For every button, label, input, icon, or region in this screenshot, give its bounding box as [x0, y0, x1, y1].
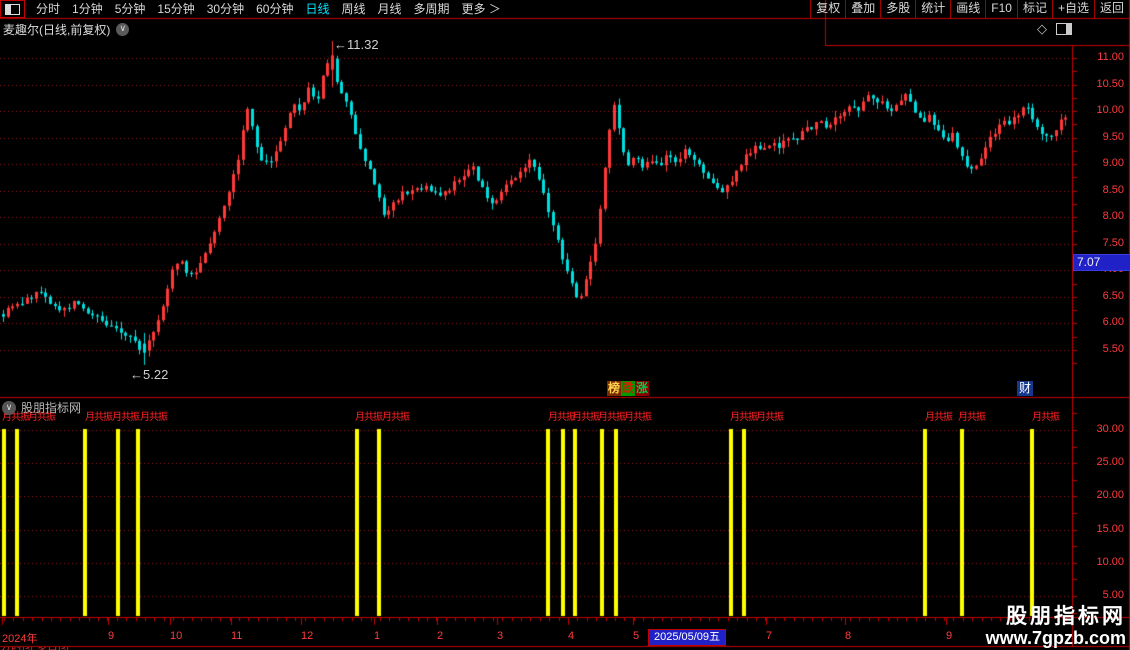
- period-tabs: 分时 1分钟 5分钟 15分钟 30分钟 60分钟 日线 周线 月线 多周期 更多 ＞: [30, 1, 507, 18]
- toolbar-button-5[interactable]: F10: [985, 0, 1017, 18]
- period-tab-9[interactable]: 多周期: [408, 1, 456, 18]
- signal-label: 月共振: [730, 412, 758, 423]
- toolbar-button-0[interactable]: 复权: [810, 0, 845, 18]
- date-label: 9: [946, 630, 953, 642]
- period-tab-2[interactable]: 5分钟: [109, 1, 152, 18]
- price-axis-label: 10.00: [1096, 104, 1124, 117]
- tdx-window: 分时 1分钟 5分钟 15分钟 30分钟 60分钟 日线 周线 月线 多周期 更多 ＞ 复权 叠加 多股…: [0, 0, 1130, 650]
- marker-tag-2[interactable]: 涨: [635, 381, 649, 396]
- diamond-icon[interactable]: ◇: [1037, 22, 1047, 35]
- date-label: 4: [568, 630, 575, 642]
- price-axis-label: 11.00: [1097, 51, 1124, 63]
- price-axis-label: 9.00: [1102, 157, 1124, 170]
- tag-group: 榜跌涨: [607, 381, 649, 396]
- price-axis-label: 10.50: [1096, 77, 1124, 90]
- window-split-icon: [5, 3, 20, 15]
- indicator-axis-label: 15.00: [1096, 522, 1124, 535]
- toolbar-button-7[interactable]: +自选: [1051, 0, 1094, 18]
- marker-tag-0[interactable]: 榜: [607, 381, 621, 396]
- signal-label: 月共振: [140, 412, 168, 423]
- signal-label: 月共振: [958, 412, 986, 423]
- date-label: 11: [231, 630, 243, 642]
- toolbar-button-6[interactable]: 标记: [1016, 0, 1052, 18]
- date-label: 2024年: [2, 633, 38, 645]
- toolbar-button-4[interactable]: 画线: [950, 0, 985, 18]
- price-axis-label: 6.50: [1102, 289, 1124, 302]
- indicator-axis-label: 10.00: [1096, 555, 1124, 568]
- chart-canvas[interactable]: [0, 0, 1130, 650]
- signal-label: 月共振: [1032, 412, 1060, 423]
- low-annotation: ←5.22: [130, 367, 169, 382]
- toolbar-buttons: 复权 叠加 多股 统计 画线 F10 标记 +自选 返回: [810, 0, 1129, 18]
- signal-label: 月共振: [382, 412, 410, 423]
- title-bar: 麦趣尔(日线,前复权) ∨: [3, 21, 130, 38]
- selected-date-box: 2025/05/09五: [648, 629, 726, 646]
- high-annotation: ←11.32: [334, 37, 379, 52]
- indicator-axis-label: 5.00: [1102, 589, 1124, 601]
- indicator-axis-label: 30.00: [1096, 423, 1124, 435]
- period-tab-4[interactable]: 30分钟: [201, 1, 250, 18]
- date-label: 3: [497, 630, 504, 642]
- date-label: 12: [301, 630, 314, 642]
- signal-label: 月共振: [85, 412, 113, 423]
- date-label: 5: [633, 630, 640, 642]
- period-tab-3[interactable]: 15分钟: [151, 1, 200, 18]
- last-price-box: 7.07: [1073, 254, 1130, 271]
- period-tab-8[interactable]: 月线: [372, 1, 408, 18]
- marker-tag-1[interactable]: 跌: [621, 381, 635, 396]
- price-axis-label: 5.50: [1102, 342, 1124, 355]
- toolbar: 分时 1分钟 5分钟 15分钟 30分钟 60分钟 日线 周线 月线 多周期 更多 ＞ 复权 叠加 多股…: [0, 0, 1130, 18]
- collapse-icon[interactable]: ∨: [2, 400, 16, 415]
- window-split-button[interactable]: [0, 0, 25, 18]
- period-tab-10[interactable]: 更多 ＞: [456, 1, 507, 18]
- signal-label: 月共振: [548, 412, 576, 423]
- finance-tag[interactable]: 财: [1017, 381, 1033, 396]
- price-axis-label: 6.00: [1102, 316, 1124, 329]
- toolbar-button-3[interactable]: 统计: [915, 0, 950, 18]
- watermark-site-name: 股朋指标网: [1006, 605, 1126, 628]
- signal-label: 月共振: [598, 412, 626, 423]
- indicator-title: 股朋指标网: [21, 401, 82, 415]
- signal-label: 月共振: [112, 412, 140, 423]
- period-tab-5[interactable]: 60分钟: [250, 1, 299, 18]
- signal-label: 月共振: [925, 412, 953, 423]
- date-label: 2: [437, 630, 444, 642]
- signal-label: 月共振: [624, 412, 652, 423]
- date-label: 8: [845, 630, 852, 642]
- period-tab-6[interactable]: 日线: [299, 1, 335, 18]
- watermark: 股朋指标网 www.7gpzb.com: [986, 605, 1126, 649]
- date-label: 1: [374, 630, 381, 642]
- indicator-header: ∨ 股朋指标网: [2, 399, 81, 416]
- indicator-axis-label: 20.00: [1096, 489, 1124, 502]
- chevron-down-icon[interactable]: ∨: [116, 23, 130, 36]
- price-axis-label: 7.50: [1102, 236, 1124, 249]
- period-tab-1[interactable]: 1分钟: [66, 1, 109, 18]
- indicator-axis-label: 25.00: [1096, 456, 1124, 469]
- toolbar-button-1[interactable]: 叠加: [845, 0, 880, 18]
- signal-label: 月共振: [355, 412, 383, 423]
- window-icons: ◇: [1037, 22, 1072, 35]
- signal-label: 月共振: [572, 412, 600, 423]
- date-label: 7: [766, 630, 773, 642]
- watermark-url: www.7gpzb.com: [985, 628, 1126, 648]
- period-tab-0[interactable]: 分时: [30, 1, 66, 18]
- split-pane-icon[interactable]: [1056, 22, 1072, 35]
- price-axis-label: 9.50: [1102, 130, 1124, 143]
- date-label: 9: [108, 630, 115, 642]
- price-axis-label: 8.50: [1102, 183, 1124, 196]
- stock-title: 麦趣尔(日线,前复权): [3, 23, 111, 37]
- period-tab-7[interactable]: 周线: [335, 1, 371, 18]
- toolbar-button-8[interactable]: 返回: [1093, 0, 1129, 18]
- date-label: 10: [170, 630, 183, 642]
- signal-label: 月共振: [756, 412, 784, 423]
- toolbar-button-2[interactable]: 多股: [880, 0, 915, 18]
- price-axis-label: 8.00: [1102, 210, 1124, 223]
